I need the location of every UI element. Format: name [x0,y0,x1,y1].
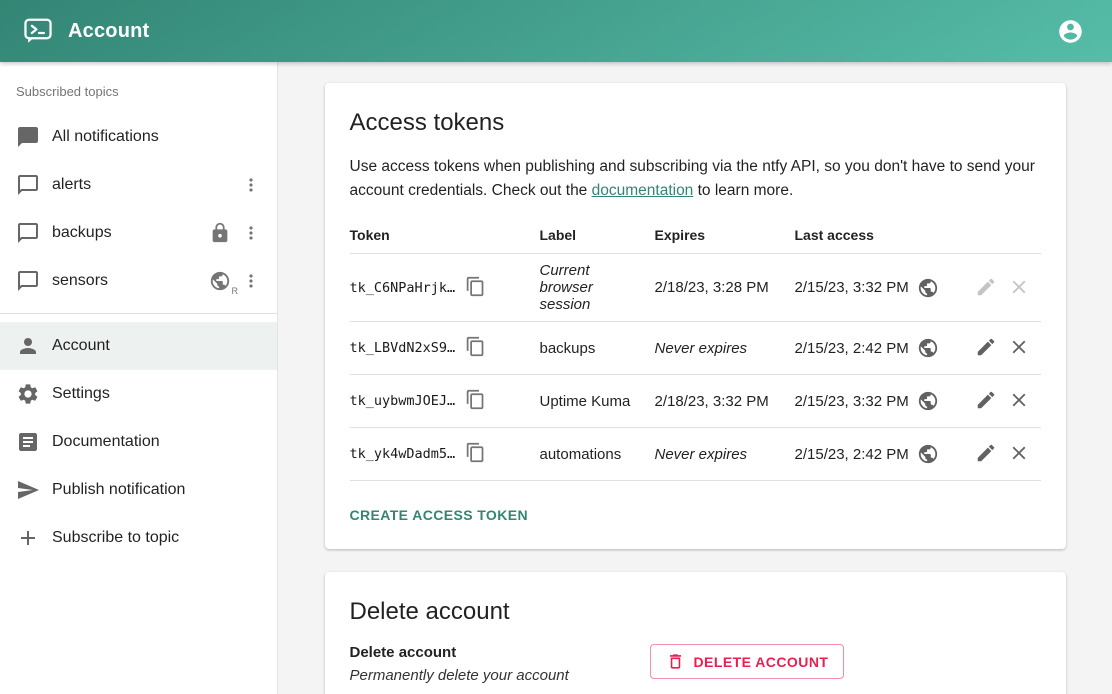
delete-token-icon[interactable] [1005,440,1033,468]
globe-icon [917,337,939,359]
sidebar-item-alerts[interactable]: alerts [0,161,277,209]
token-value: tk_LBVdN2xS9… [350,340,456,356]
sidebar-divider [0,313,277,314]
sidebar-item-backups[interactable]: backups [0,209,277,257]
sidebar-item-account[interactable]: Account [0,322,277,370]
chat-bubble-outline-icon [16,269,40,293]
column-header-actions [955,217,1041,254]
ntfy-logo-icon [22,15,54,47]
sidebar-item-publish-notification[interactable]: Publish notification [0,466,277,514]
page-title: Account [68,20,149,43]
article-icon [16,430,40,454]
copy-icon[interactable] [465,442,489,466]
sidebar-item-settings[interactable]: Settings [0,370,277,418]
globe-icon [917,443,939,465]
table-header-row: Token Label Expires Last access [350,217,1041,254]
access-tokens-card: Access tokens Use access tokens when pub… [325,83,1066,549]
copy-icon[interactable] [465,276,489,300]
globe-icon [917,390,939,412]
app-header: Account [0,0,1112,62]
edit-token-icon[interactable] [972,387,1000,415]
lock-icon [209,222,231,244]
gear-icon [16,382,40,406]
sidebar: Subscribed topics All notifications aler… [0,62,278,694]
token-label: backups [540,322,655,375]
account-circle-icon [1057,18,1084,45]
sidebar-item-label: All notifications [52,128,265,146]
token-last-access: 2/15/23, 3:32 PM [795,393,909,410]
token-last-access: 2/15/23, 3:32 PM [795,279,909,296]
chat-bubble-outline-icon [16,173,40,197]
token-label: automations [540,428,655,481]
delete-account-card: Delete account Delete account Permanentl… [325,572,1066,694]
table-row: tk_LBVdN2xS9… backups Never expires 2/15… [350,322,1041,375]
sidebar-item-sensors[interactable]: sensors R [0,257,277,305]
token-value: tk_yk4wDadm5… [350,446,456,462]
access-tokens-table: Token Label Expires Last access tk_C6NPa… [350,217,1041,481]
token-expires: 2/18/23, 3:32 PM [655,375,795,428]
column-header-expires: Expires [655,217,795,254]
column-header-token: Token [350,217,540,254]
delete-account-row-title: Delete account [350,644,650,661]
sidebar-item-documentation[interactable]: Documentation [0,418,277,466]
edit-token-icon[interactable] [972,440,1000,468]
delete-token-icon[interactable] [1005,387,1033,415]
topic-menu-button[interactable] [237,219,265,247]
chat-bubble-filled-icon [16,125,40,149]
trash-icon [666,652,685,671]
sidebar-item-all-notifications[interactable]: All notifications [0,113,277,161]
token-label: Current browser session [540,254,655,322]
sidebar-item-label: Documentation [52,433,265,451]
person-icon [16,334,40,358]
send-icon [16,478,40,502]
sidebar-item-subscribe-to-topic[interactable]: Subscribe to topic [0,514,277,562]
table-row: tk_yk4wDadm5… automations Never expires … [350,428,1041,481]
access-tokens-description: Use access tokens when publishing and su… [350,155,1041,203]
plus-icon [16,526,40,550]
token-expires: Never expires [655,322,795,375]
sidebar-item-label: sensors [52,272,209,290]
access-tokens-title: Access tokens [350,109,1041,137]
token-label: Uptime Kuma [540,375,655,428]
edit-token-icon[interactable] [972,334,1000,362]
sidebar-item-label: Account [52,337,265,355]
edit-token-icon [972,274,1000,302]
delete-account-row-subtitle: Permanently delete your account [350,667,650,684]
delete-account-row: Delete account Permanently delete your a… [350,644,1041,684]
table-row: tk_C6NPaHrjk… Current browser session 2/… [350,254,1041,322]
sidebar-item-label: Subscribe to topic [52,529,265,547]
documentation-link[interactable]: documentation [592,182,694,199]
column-header-last-access: Last access [795,217,955,254]
delete-token-icon [1005,274,1033,302]
table-row: tk_uybwmJOEJ… Uptime Kuma 2/18/23, 3:32 … [350,375,1041,428]
token-value: tk_uybwmJOEJ… [350,393,456,409]
sidebar-item-label: alerts [52,176,237,194]
copy-icon[interactable] [465,389,489,413]
globe-reservation-icon: R [209,270,231,292]
subscribed-topics-label: Subscribed topics [0,76,277,113]
topic-menu-button[interactable] [237,171,265,199]
globe-icon [917,277,939,299]
column-header-label: Label [540,217,655,254]
copy-icon[interactable] [465,336,489,360]
token-last-access: 2/15/23, 2:42 PM [795,446,909,463]
token-last-access: 2/15/23, 2:42 PM [795,340,909,357]
token-value: tk_C6NPaHrjk… [350,280,456,296]
account-menu-button[interactable] [1050,11,1090,51]
topic-menu-button[interactable] [237,267,265,295]
sidebar-item-label: Settings [52,385,265,403]
reservation-badge: R [232,286,239,296]
sidebar-item-label: Publish notification [52,481,265,499]
create-access-token-button[interactable]: CREATE ACCESS TOKEN [350,499,528,531]
chat-bubble-outline-icon [16,221,40,245]
token-expires: 2/18/23, 3:28 PM [655,254,795,322]
token-expires: Never expires [655,428,795,481]
main-content: Access tokens Use access tokens when pub… [278,62,1112,694]
delete-token-icon[interactable] [1005,334,1033,362]
delete-account-title: Delete account [350,598,1041,626]
delete-account-button[interactable]: DELETE ACCOUNT [650,644,845,679]
sidebar-item-label: backups [52,224,209,242]
